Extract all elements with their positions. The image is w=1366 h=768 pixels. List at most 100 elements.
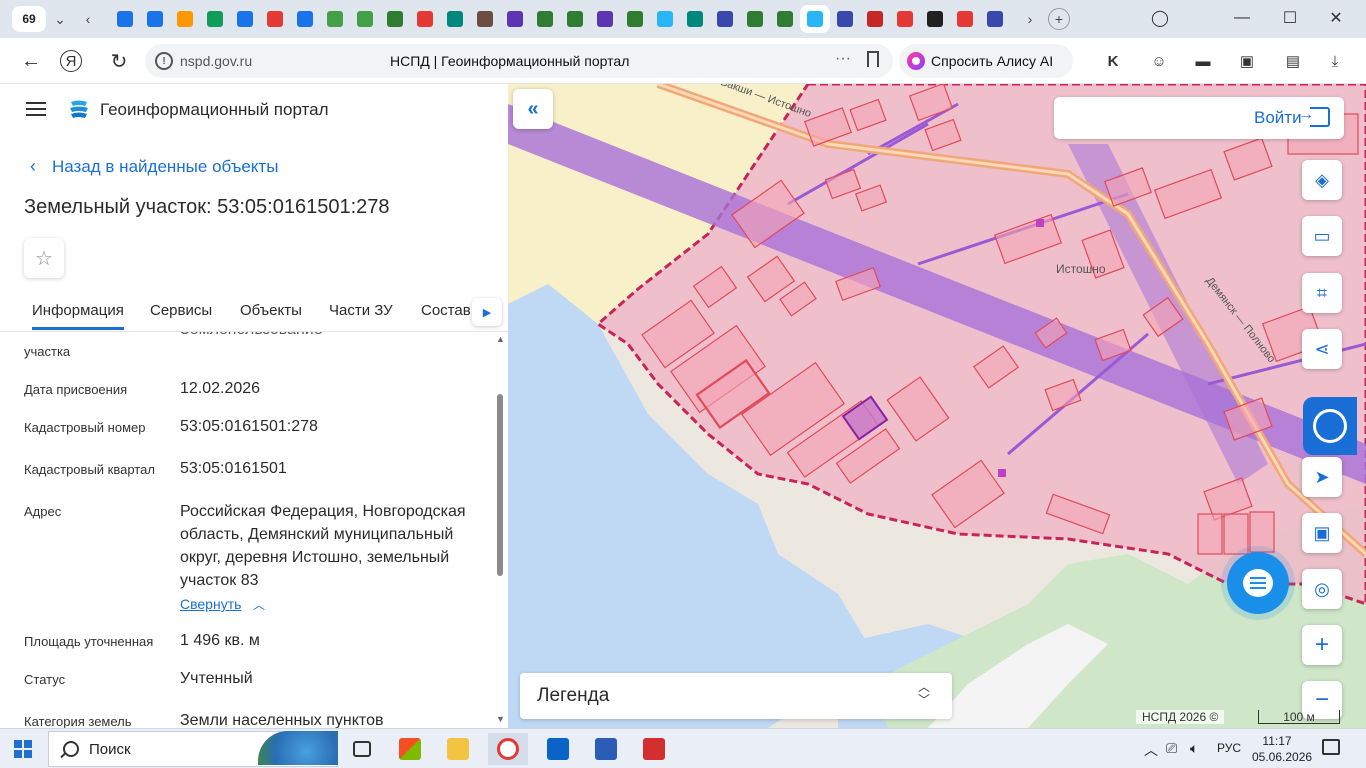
store-icon[interactable]: [390, 733, 430, 765]
windows-start-icon[interactable]: [14, 740, 32, 758]
tab-favicon-icon[interactable]: [290, 5, 320, 33]
chevron-up-icon[interactable]: ︿: [253, 596, 265, 613]
favorite-star-icon[interactable]: ☆: [24, 238, 64, 278]
tab-favicon-icon[interactable]: [830, 5, 860, 33]
collapse-panel-icon[interactable]: «: [513, 89, 553, 129]
reload-icon[interactable]: ↻: [104, 46, 134, 76]
language-indicator[interactable]: РУС: [1217, 741, 1241, 755]
share-icon[interactable]: ⋖: [1302, 329, 1342, 369]
bookmark-icon[interactable]: [867, 51, 879, 67]
tab-parts[interactable]: Части ЗУ: [329, 302, 393, 319]
tab-objects[interactable]: Объекты: [240, 302, 302, 319]
notifications-icon[interactable]: [1322, 739, 1340, 755]
tab-favicon-icon[interactable]: [560, 5, 590, 33]
task-view-icon[interactable]: [342, 733, 382, 765]
alice-button[interactable]: Спросить Алису AI: [899, 44, 1073, 78]
extension-mascot-icon[interactable]: ☺: [1148, 50, 1170, 72]
tab-favicon-icon[interactable]: [110, 5, 140, 33]
area-select-icon[interactable]: ⌗: [1302, 273, 1342, 313]
minimize-icon[interactable]: —: [1222, 4, 1262, 32]
tab-favicon-icon[interactable]: [170, 5, 200, 33]
tab-composition[interactable]: Состав: [421, 302, 471, 319]
file-explorer-icon[interactable]: [438, 733, 478, 765]
tab-favicon-icon[interactable]: [380, 5, 410, 33]
extension-doc-icon[interactable]: ▤: [1282, 50, 1304, 72]
tab-favicon-icon[interactable]: [590, 5, 620, 33]
yandex-browser-icon[interactable]: [488, 733, 528, 765]
minimap-icon[interactable]: ▣: [1302, 513, 1342, 553]
favicon-icon: [357, 11, 373, 27]
tab-favicon-icon[interactable]: [710, 5, 740, 33]
parcel-title: Земельный участок: 53:05:0161501:278: [24, 196, 390, 218]
tab-favicon-icon[interactable]: [350, 5, 380, 33]
tab-information[interactable]: Информация: [32, 302, 124, 330]
login-button[interactable]: Войти: [1054, 97, 1344, 139]
tab-favicon-icon[interactable]: [680, 5, 710, 33]
zoom-in-icon[interactable]: +: [1302, 625, 1342, 665]
url-field[interactable]: ! nspd.gov.ru НСПД | Геоинформационный п…: [145, 44, 893, 78]
tab-favicon-icon[interactable]: [470, 5, 500, 33]
assistant-badge-icon[interactable]: [1303, 397, 1357, 455]
tab-favicon-icon[interactable]: [950, 5, 980, 33]
extension-k-icon[interactable]: K: [1102, 50, 1124, 72]
downloads-icon[interactable]: ⤓: [1324, 50, 1346, 72]
tab-favicon-icon[interactable]: [890, 5, 920, 33]
maximize-icon[interactable]: ☐: [1270, 4, 1310, 32]
back-arrow-icon[interactable]: ←: [16, 46, 46, 76]
navigate-icon[interactable]: ➤: [1302, 457, 1342, 497]
tab-favicon-icon[interactable]: [440, 5, 470, 33]
tab-favicon-icon[interactable]: [650, 5, 680, 33]
tab-favicon-icon[interactable]: [530, 5, 560, 33]
back-tabs-icon[interactable]: ‹: [74, 5, 102, 33]
tab-favicon-icon[interactable]: [410, 5, 440, 33]
tab-favicon-icon[interactable]: [770, 5, 800, 33]
more-icon[interactable]: ···: [835, 50, 851, 68]
tab-favicon-icon[interactable]: [980, 5, 1010, 33]
profile-icon[interactable]: ◯: [1140, 4, 1180, 32]
site-info-icon[interactable]: !: [155, 52, 173, 70]
tab-favicon-icon[interactable]: [500, 5, 530, 33]
scroll-up-icon[interactable]: ▲: [496, 334, 505, 344]
extension-tray-icon[interactable]: ▬: [1192, 50, 1214, 72]
clock[interactable]: 11:17 05.06.2026: [1252, 733, 1312, 765]
legend-dropdown[interactable]: Легенда ︿ ﹀: [520, 673, 952, 719]
scroll-thumb[interactable]: [497, 394, 503, 576]
outlook-icon[interactable]: [538, 733, 578, 765]
tab-favicon-icon[interactable]: [260, 5, 290, 33]
tab-favicon-icon[interactable]: [740, 5, 770, 33]
locate-icon[interactable]: ◎: [1302, 569, 1342, 609]
panel-scrollbar[interactable]: ▲ ▼: [494, 334, 506, 726]
yandex-icon[interactable]: Я: [60, 50, 82, 72]
tab-favicon-icon[interactable]: [140, 5, 170, 33]
map-view[interactable]: Истошно Бакши — Истошно Демянск — Полнов…: [508, 84, 1366, 728]
menu-icon[interactable]: [26, 102, 46, 116]
extension-box-icon[interactable]: ▣: [1236, 50, 1258, 72]
tabs-next-icon[interactable]: ▶: [472, 298, 502, 326]
tab-favicon-icon[interactable]: [620, 5, 650, 33]
favicon-icon: [297, 11, 313, 27]
tab-favicon-icon[interactable]: [860, 5, 890, 33]
chat-button[interactable]: [1227, 552, 1289, 614]
acrobat-icon[interactable]: [634, 733, 674, 765]
new-tab-icon[interactable]: +: [1048, 8, 1070, 30]
close-icon[interactable]: ✕: [1316, 4, 1356, 32]
tab-favicon-icon[interactable]: [200, 5, 230, 33]
network-icon[interactable]: ⎚: [1166, 740, 1177, 757]
ruler-icon[interactable]: ▭: [1302, 216, 1342, 256]
tab-favicon-icon[interactable]: [320, 5, 350, 33]
tray-chevron-icon[interactable]: ︿: [1144, 740, 1158, 760]
tab-count-badge[interactable]: 69: [12, 6, 46, 32]
tab-favicon-icon[interactable]: [800, 5, 830, 33]
tabs-forward-icon[interactable]: ›: [1016, 5, 1044, 33]
scroll-down-icon[interactable]: ▼: [496, 714, 505, 724]
tab-favicon-icon[interactable]: [920, 5, 950, 33]
word-icon[interactable]: [586, 733, 626, 765]
collapse-link[interactable]: Свернуть: [180, 596, 241, 612]
map-canvas[interactable]: [508, 84, 1366, 728]
tab-services[interactable]: Сервисы: [150, 302, 212, 319]
chevron-down-icon[interactable]: ⌄: [46, 5, 74, 33]
tab-favicon-icon[interactable]: [230, 5, 260, 33]
back-to-results-link[interactable]: ‹ Назад в найденные объекты: [30, 156, 278, 177]
volume-muted-icon[interactable]: 🔈︎: [1190, 740, 1198, 757]
layers-icon[interactable]: ◈: [1302, 160, 1342, 200]
